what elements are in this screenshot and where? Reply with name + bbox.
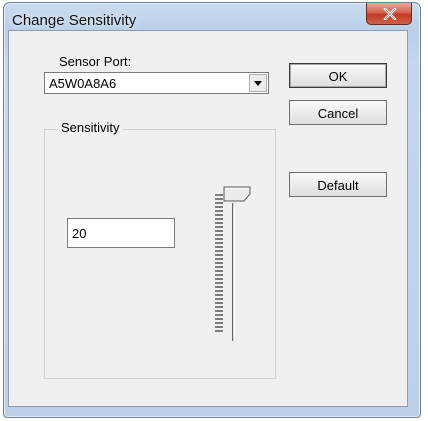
sensitivity-slider-track[interactable] xyxy=(232,203,235,341)
cancel-button[interactable]: Cancel xyxy=(289,100,387,125)
sensitivity-groupbox xyxy=(44,129,276,379)
dropdown-toggle[interactable] xyxy=(249,74,267,92)
sensitivity-group-label: Sensitivity xyxy=(58,120,123,135)
sensitivity-value-input[interactable]: 20 xyxy=(67,218,175,248)
window-title: Change Sensitivity xyxy=(12,12,137,29)
ok-button[interactable]: OK xyxy=(289,63,387,88)
sensor-port-dropdown[interactable]: A5W0A8A6 xyxy=(44,72,269,94)
close-icon xyxy=(383,8,397,20)
sensitivity-value-text: 20 xyxy=(72,226,87,241)
default-button[interactable]: Default xyxy=(289,172,387,197)
chevron-down-icon xyxy=(254,81,262,86)
sensitivity-slider-thumb[interactable] xyxy=(222,186,252,202)
slider-ticks xyxy=(215,194,223,332)
close-button[interactable] xyxy=(366,3,412,25)
sensor-port-value: A5W0A8A6 xyxy=(49,76,117,91)
sensor-port-label: Sensor Port: xyxy=(59,54,132,69)
